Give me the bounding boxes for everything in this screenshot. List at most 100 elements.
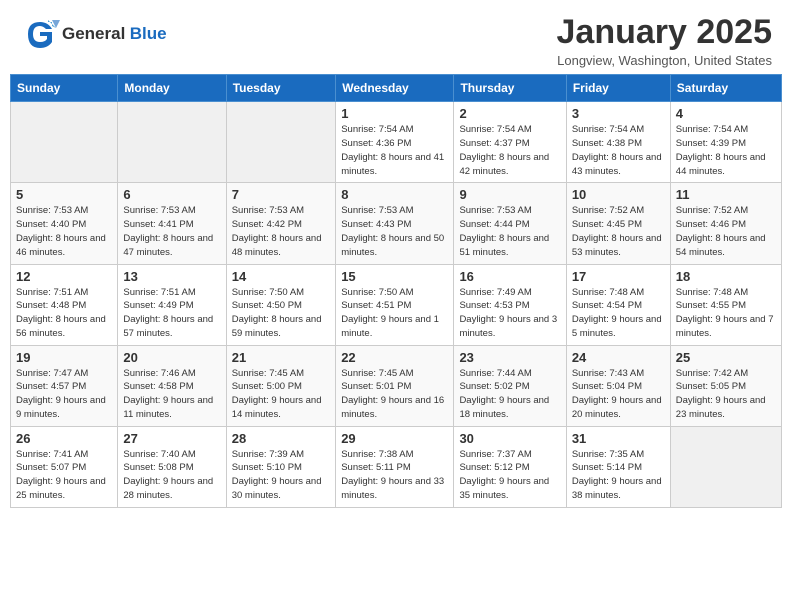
day-info: Sunrise: 7:54 AM Sunset: 4:37 PM Dayligh… xyxy=(459,123,560,178)
logo: General Blue xyxy=(20,14,167,54)
calendar-header-row: Sunday Monday Tuesday Wednesday Thursday… xyxy=(11,75,782,102)
day-number: 10 xyxy=(572,187,665,202)
day-number: 13 xyxy=(123,269,220,284)
day-info: Sunrise: 7:51 AM Sunset: 4:49 PM Dayligh… xyxy=(123,286,220,341)
day-info: Sunrise: 7:48 AM Sunset: 4:54 PM Dayligh… xyxy=(572,286,665,341)
calendar-cell: 17Sunrise: 7:48 AM Sunset: 4:54 PM Dayli… xyxy=(566,264,670,345)
calendar-cell: 3Sunrise: 7:54 AM Sunset: 4:38 PM Daylig… xyxy=(566,102,670,183)
calendar-cell: 24 Sunrise: 7:43 AM Sunset: 5:04 PM Dayli… xyxy=(566,345,670,426)
day-number: 5 xyxy=(16,187,112,202)
logo-blue: Blue xyxy=(130,24,167,43)
day-number: 7 xyxy=(232,187,330,202)
day-number: 26 xyxy=(16,431,112,446)
calendar-cell: 19Sunrise: 7:47 AM Sunset: 4:57 PM Dayli… xyxy=(11,345,118,426)
calendar-cell: 7 Sunrise: 7:53 AM Sunset: 4:42 PM Daylig… xyxy=(226,183,335,264)
calendar-cell: 12 Sunrise: 7:51 AM Sunset: 4:48 PM Dayli… xyxy=(11,264,118,345)
calendar-cell: 11 Sunrise: 7:52 AM Sunset: 4:46 PM Dayli… xyxy=(670,183,781,264)
day-number: 25 xyxy=(676,350,776,365)
day-number: 12 xyxy=(16,269,112,284)
calendar-cell: 4 Sunrise: 7:54 AM Sunset: 4:39 PM Daylig… xyxy=(670,102,781,183)
calendar-cell xyxy=(118,102,226,183)
calendar-cell xyxy=(11,102,118,183)
calendar-cell: 30Sunrise: 7:37 AM Sunset: 5:12 PM Dayli… xyxy=(454,426,566,507)
day-info: Sunrise: 7:53 AM Sunset: 4:41 PM Dayligh… xyxy=(123,204,220,259)
day-info: Sunrise: 7:50 AM Sunset: 4:50 PM Dayligh… xyxy=(232,286,330,341)
calendar-cell: 9Sunrise: 7:53 AM Sunset: 4:44 PM Daylig… xyxy=(454,183,566,264)
day-info: Sunrise: 7:50 AM Sunset: 4:51 PM Dayligh… xyxy=(341,286,448,341)
day-number: 29 xyxy=(341,431,448,446)
page-wrapper: General Blue January 2025 Longview, Wash… xyxy=(0,0,792,518)
day-info: Sunrise: 7:46 AM Sunset: 4:58 PM Dayligh… xyxy=(123,367,220,422)
month-title: January 2025 xyxy=(557,14,773,51)
col-thursday: Thursday xyxy=(454,75,566,102)
day-number: 18 xyxy=(676,269,776,284)
day-info: Sunrise: 7:49 AM Sunset: 4:53 PM Dayligh… xyxy=(459,286,560,341)
calendar-table: Sunday Monday Tuesday Wednesday Thursday… xyxy=(10,74,782,507)
day-number: 8 xyxy=(341,187,448,202)
day-info: Sunrise: 7:48 AM Sunset: 4:55 PM Dayligh… xyxy=(676,286,776,341)
day-info: Sunrise: 7:43 AM Sunset: 5:04 PM Dayligh… xyxy=(572,367,665,422)
logo-general: General xyxy=(62,24,125,43)
day-number: 19 xyxy=(16,350,112,365)
location: Longview, Washington, United States xyxy=(557,53,773,68)
calendar-wrapper: Sunday Monday Tuesday Wednesday Thursday… xyxy=(0,74,792,517)
day-info: Sunrise: 7:35 AM Sunset: 5:14 PM Dayligh… xyxy=(572,448,665,503)
day-info: Sunrise: 7:54 AM Sunset: 4:36 PM Dayligh… xyxy=(341,123,448,178)
day-info: Sunrise: 7:45 AM Sunset: 5:00 PM Dayligh… xyxy=(232,367,330,422)
day-number: 20 xyxy=(123,350,220,365)
calendar-cell: 22Sunrise: 7:45 AM Sunset: 5:01 PM Dayli… xyxy=(336,345,454,426)
day-info: Sunrise: 7:51 AM Sunset: 4:48 PM Dayligh… xyxy=(16,286,112,341)
day-number: 15 xyxy=(341,269,448,284)
day-info: Sunrise: 7:54 AM Sunset: 4:38 PM Dayligh… xyxy=(572,123,665,178)
calendar-cell: 16Sunrise: 7:49 AM Sunset: 4:53 PM Dayli… xyxy=(454,264,566,345)
day-number: 23 xyxy=(459,350,560,365)
calendar-cell: 20 Sunrise: 7:46 AM Sunset: 4:58 PM Dayli… xyxy=(118,345,226,426)
day-info: Sunrise: 7:39 AM Sunset: 5:10 PM Dayligh… xyxy=(232,448,330,503)
calendar-cell: 10Sunrise: 7:52 AM Sunset: 4:45 PM Dayli… xyxy=(566,183,670,264)
day-info: Sunrise: 7:40 AM Sunset: 5:08 PM Dayligh… xyxy=(123,448,220,503)
day-number: 31 xyxy=(572,431,665,446)
day-number: 1 xyxy=(341,106,448,121)
calendar-cell: 5 Sunrise: 7:53 AM Sunset: 4:40 PM Daylig… xyxy=(11,183,118,264)
col-monday: Monday xyxy=(118,75,226,102)
day-info: Sunrise: 7:44 AM Sunset: 5:02 PM Dayligh… xyxy=(459,367,560,422)
calendar-cell: 2 Sunrise: 7:54 AM Sunset: 4:37 PM Daylig… xyxy=(454,102,566,183)
calendar-cell: 18 Sunrise: 7:48 AM Sunset: 4:55 PM Dayli… xyxy=(670,264,781,345)
col-saturday: Saturday xyxy=(670,75,781,102)
day-info: Sunrise: 7:42 AM Sunset: 5:05 PM Dayligh… xyxy=(676,367,776,422)
day-number: 22 xyxy=(341,350,448,365)
calendar-cell: 13 Sunrise: 7:51 AM Sunset: 4:49 PM Dayli… xyxy=(118,264,226,345)
col-wednesday: Wednesday xyxy=(336,75,454,102)
calendar-cell xyxy=(226,102,335,183)
calendar-cell: 6Sunrise: 7:53 AM Sunset: 4:41 PM Daylig… xyxy=(118,183,226,264)
calendar-row-1: 5 Sunrise: 7:53 AM Sunset: 4:40 PM Daylig… xyxy=(11,183,782,264)
day-number: 27 xyxy=(123,431,220,446)
col-tuesday: Tuesday xyxy=(226,75,335,102)
calendar-cell xyxy=(670,426,781,507)
day-info: Sunrise: 7:52 AM Sunset: 4:46 PM Dayligh… xyxy=(676,204,776,259)
calendar-cell: 1 Sunrise: 7:54 AM Sunset: 4:36 PM Daylig… xyxy=(336,102,454,183)
day-info: Sunrise: 7:53 AM Sunset: 4:42 PM Dayligh… xyxy=(232,204,330,259)
day-number: 2 xyxy=(459,106,560,121)
day-info: Sunrise: 7:54 AM Sunset: 4:39 PM Dayligh… xyxy=(676,123,776,178)
col-sunday: Sunday xyxy=(11,75,118,102)
day-info: Sunrise: 7:53 AM Sunset: 4:40 PM Dayligh… xyxy=(16,204,112,259)
calendar-cell: 29 Sunrise: 7:38 AM Sunset: 5:11 PM Dayli… xyxy=(336,426,454,507)
calendar-row-3: 19Sunrise: 7:47 AM Sunset: 4:57 PM Dayli… xyxy=(11,345,782,426)
day-info: Sunrise: 7:41 AM Sunset: 5:07 PM Dayligh… xyxy=(16,448,112,503)
title-section: January 2025 Longview, Washington, Unite… xyxy=(557,14,773,68)
calendar-cell: 8Sunrise: 7:53 AM Sunset: 4:43 PM Daylig… xyxy=(336,183,454,264)
calendar-row-0: 1 Sunrise: 7:54 AM Sunset: 4:36 PM Daylig… xyxy=(11,102,782,183)
col-friday: Friday xyxy=(566,75,670,102)
day-number: 11 xyxy=(676,187,776,202)
calendar-cell: 27 Sunrise: 7:40 AM Sunset: 5:08 PM Dayli… xyxy=(118,426,226,507)
calendar-row-2: 12 Sunrise: 7:51 AM Sunset: 4:48 PM Dayli… xyxy=(11,264,782,345)
day-info: Sunrise: 7:38 AM Sunset: 5:11 PM Dayligh… xyxy=(341,448,448,503)
calendar-cell: 23 Sunrise: 7:44 AM Sunset: 5:02 PM Dayli… xyxy=(454,345,566,426)
calendar-cell: 25 Sunrise: 7:42 AM Sunset: 5:05 PM Dayli… xyxy=(670,345,781,426)
day-number: 4 xyxy=(676,106,776,121)
day-number: 24 xyxy=(572,350,665,365)
day-info: Sunrise: 7:53 AM Sunset: 4:44 PM Dayligh… xyxy=(459,204,560,259)
day-number: 21 xyxy=(232,350,330,365)
day-info: Sunrise: 7:37 AM Sunset: 5:12 PM Dayligh… xyxy=(459,448,560,503)
